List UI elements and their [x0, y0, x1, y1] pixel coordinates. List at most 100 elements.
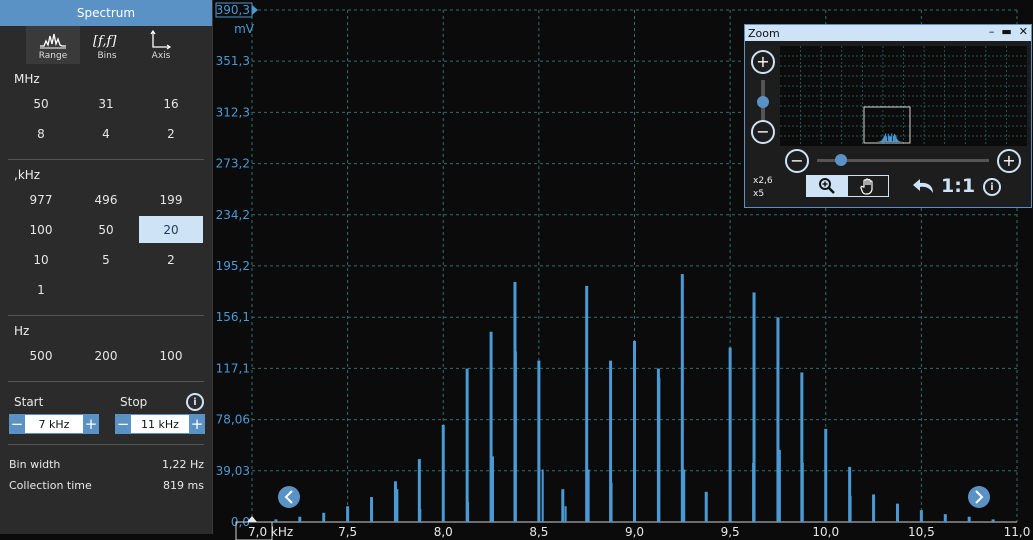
mini-bar — [886, 140, 888, 142]
magnifier-icon — [819, 178, 836, 194]
range-option[interactable]: 16 — [139, 90, 203, 117]
zoom-in-horizontal-button[interactable]: + — [997, 149, 1021, 173]
stop-stepper: − 11 kHz + — [115, 414, 205, 434]
horizontal-zoom-knob[interactable] — [835, 154, 847, 166]
tab-range[interactable]: Range — [26, 26, 80, 64]
stop-increment-button[interactable]: + — [189, 415, 205, 433]
x-tick-label: 7,0 kHz — [248, 525, 293, 539]
range-option[interactable]: 10 — [9, 246, 73, 273]
spectrum-bar — [991, 519, 995, 522]
stop-decrement-button[interactable]: − — [115, 415, 131, 433]
spectrum-bar — [537, 360, 541, 522]
zoom-overview[interactable] — [780, 46, 1027, 146]
x-tick-label: 10,5 — [908, 525, 935, 539]
mini-bar — [890, 136, 892, 142]
bin-width-label: Bin width — [9, 458, 61, 471]
range-option-selected[interactable]: 20 — [139, 216, 203, 243]
start-stepper: − 7 kHz + — [9, 414, 99, 434]
range-option[interactable]: 8 — [9, 120, 73, 147]
ratio-label: 1:1 — [941, 175, 976, 197]
range-option[interactable]: 977 — [9, 186, 73, 213]
start-stop-labels: Start Stop i — [0, 393, 212, 411]
range-option[interactable]: 2 — [139, 120, 203, 147]
range-option[interactable]: 4 — [74, 120, 138, 147]
spectrum-sub-bar — [729, 410, 732, 522]
spectrum-bar — [895, 503, 899, 522]
maximize-icon[interactable]: ▬ — [1001, 25, 1011, 38]
mini-bar — [889, 135, 891, 142]
pan-mode-button[interactable] — [848, 176, 889, 196]
zoom-panel: Zoom – ▬ ✕ + − − + x2,6 x5 1:1 i — [744, 24, 1032, 208]
svg-text:[f,f]: [f,f] — [93, 34, 117, 49]
range-option[interactable]: 200 — [74, 342, 138, 369]
tab-bins[interactable]: [f,f] Bins — [80, 26, 134, 64]
start-field[interactable]: 7 kHz — [25, 415, 83, 433]
scroll-left-button[interactable] — [278, 486, 300, 508]
x-tick-label: 9,0 — [625, 525, 644, 539]
minimize-icon[interactable]: – — [989, 25, 995, 38]
spectrum-sub-bar — [633, 469, 636, 522]
mini-bar — [896, 138, 898, 142]
zoom-mode-toggle — [806, 175, 889, 197]
scroll-right-button[interactable] — [968, 486, 990, 508]
start-stop-controls: − 7 kHz + − 11 kHz + — [0, 414, 212, 434]
y-tick-label: 273,2 — [216, 157, 250, 171]
x-tick-label: 10,0 — [812, 525, 839, 539]
range-option[interactable]: 199 — [139, 186, 203, 213]
y-tick-label: 117,1 — [216, 361, 250, 375]
y-tick-label: 195,2 — [216, 259, 250, 273]
mini-bar — [893, 135, 894, 142]
zoom-out-vertical-button[interactable]: − — [751, 120, 775, 144]
spectrum-bar — [298, 516, 302, 522]
zoom-in-vertical-button[interactable]: + — [751, 50, 775, 74]
collection-time-row: Collection time 819 ms — [0, 475, 212, 496]
y-max-pointer — [252, 5, 258, 15]
range-option[interactable]: 50 — [74, 216, 138, 243]
tab-axis[interactable]: Axis — [134, 26, 188, 64]
x-zoom-factor: x2,6 — [753, 176, 773, 186]
x-tick-label: 7,5 — [338, 525, 357, 539]
info-icon[interactable]: i — [983, 178, 1001, 196]
spectrum-sub-bar — [683, 469, 686, 522]
mini-bar — [883, 136, 885, 142]
spectrum-sub-bar — [824, 469, 827, 522]
mini-bar — [891, 133, 893, 142]
range-option[interactable]: 500 — [9, 342, 73, 369]
spectrum-sidebar: Spectrum Range [f,f] Bins Axis MHz 50 31… — [0, 0, 213, 534]
close-icon[interactable]: ✕ — [1019, 25, 1028, 38]
spectrum-sub-bar — [564, 506, 567, 522]
mini-bar — [893, 133, 895, 142]
mini-bar — [884, 135, 886, 142]
range-option[interactable]: 100 — [139, 342, 203, 369]
y-tick-label: 39,03 — [216, 464, 250, 478]
axis-icon — [150, 29, 172, 51]
range-option[interactable]: 31 — [74, 90, 138, 117]
spectrum-bar — [346, 506, 350, 522]
zoom-out-horizontal-button[interactable]: − — [785, 149, 809, 173]
vertical-zoom-knob[interactable] — [757, 96, 769, 108]
reset-zoom-button[interactable]: 1:1 — [911, 175, 975, 197]
spectrum-sub-bar — [752, 462, 755, 522]
range-option[interactable]: 496 — [74, 186, 138, 213]
spectrum-sub-bar — [491, 456, 494, 522]
range-option[interactable]: 1 — [9, 276, 73, 303]
info-icon[interactable]: i — [186, 393, 204, 411]
x-tick-label: 9,5 — [721, 525, 740, 539]
y-tick-label: 351,3 — [216, 54, 250, 68]
range-option[interactable]: 5 — [74, 246, 138, 273]
stop-field[interactable]: 11 kHz — [131, 415, 189, 433]
y-tick-label: 312,3 — [216, 105, 250, 119]
start-decrement-button[interactable]: − — [9, 415, 25, 433]
mini-bar — [888, 136, 890, 142]
start-label: Start — [14, 395, 44, 409]
mini-bar — [881, 139, 883, 142]
range-option[interactable]: 50 — [9, 90, 73, 117]
range-option[interactable]: 100 — [9, 216, 73, 243]
vertical-zoom-slider[interactable] — [757, 80, 769, 122]
start-increment-button[interactable]: + — [83, 415, 99, 433]
horizontal-zoom-slider[interactable] — [817, 154, 989, 166]
spectrum-bar — [370, 497, 374, 522]
mini-bar — [899, 141, 901, 142]
zoom-mode-button[interactable] — [807, 176, 848, 196]
range-option[interactable]: 2 — [139, 246, 203, 273]
